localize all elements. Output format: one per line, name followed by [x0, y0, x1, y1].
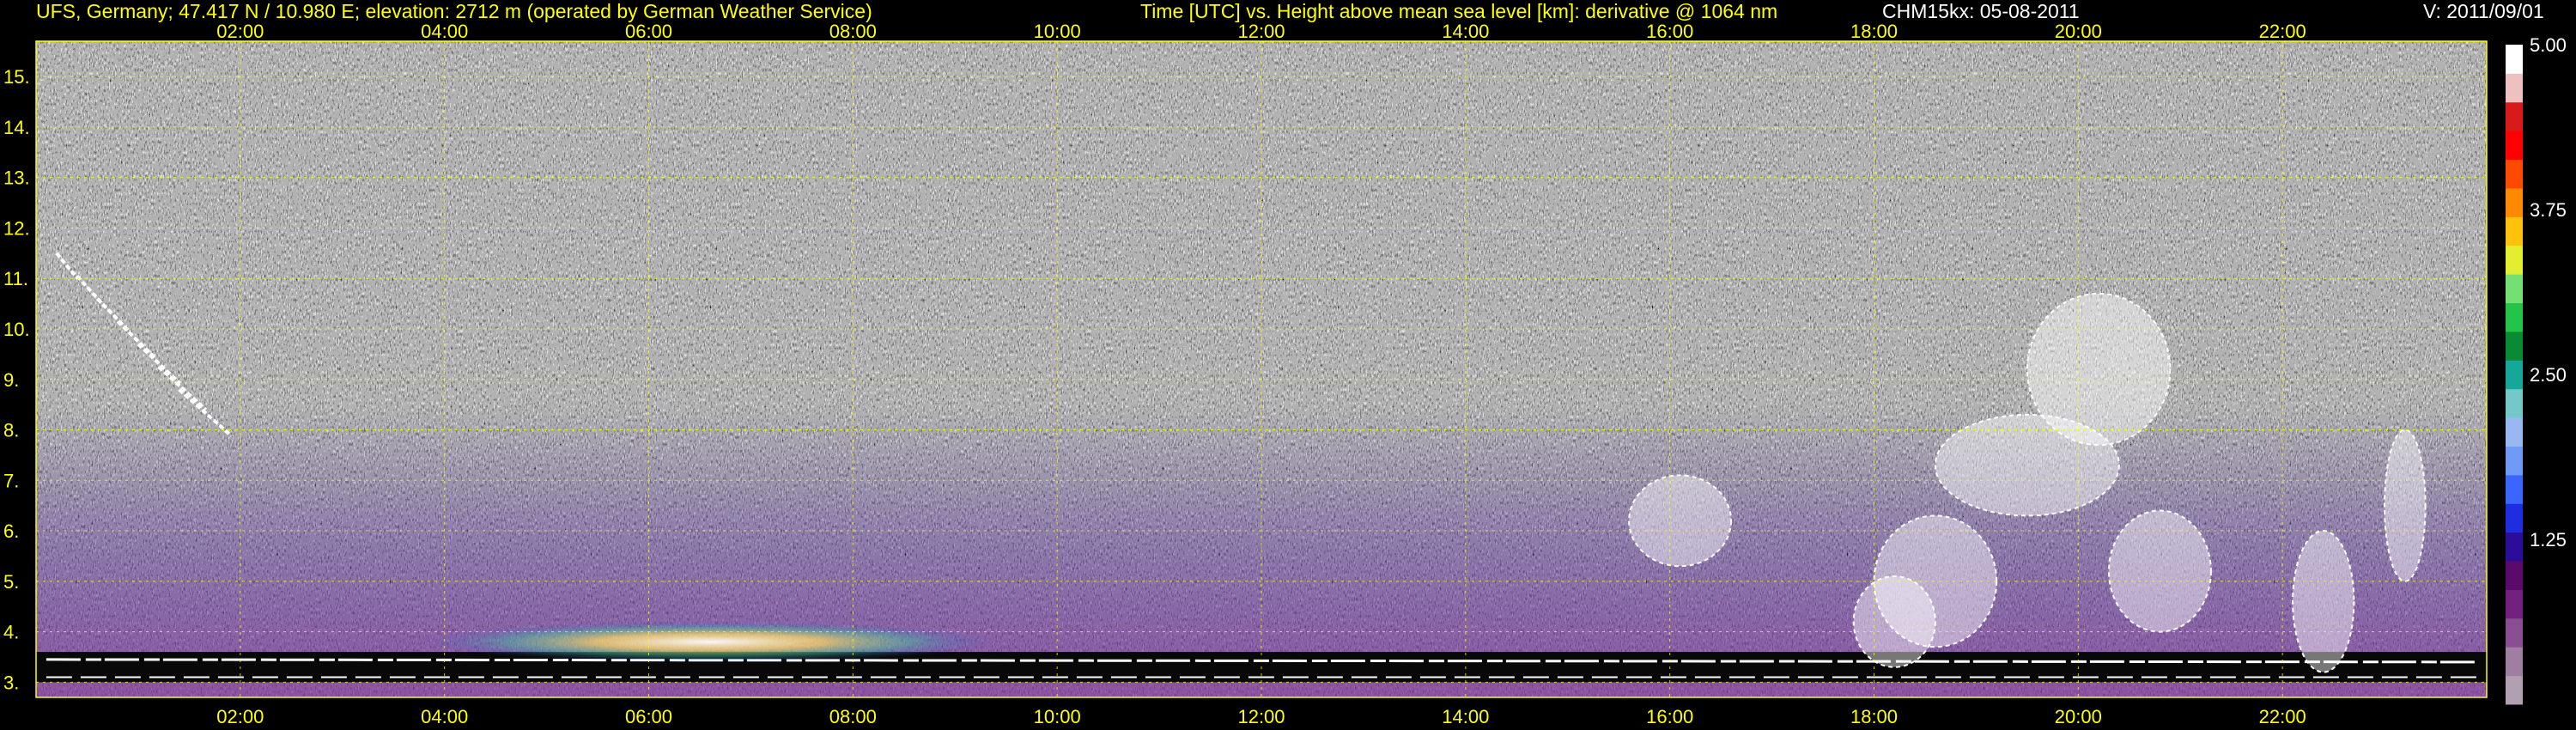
x-tick-label-bottom: 10:00: [1034, 706, 1081, 727]
x-tick-label-top: 18:00: [1850, 21, 1898, 42]
y-tick-label: 6.: [3, 520, 19, 542]
cloud-patch: [2026, 292, 2172, 447]
x-tick-label-bottom: 08:00: [829, 706, 877, 727]
y-tick-label: 10.: [3, 319, 30, 340]
colorbar-segment: [2506, 360, 2523, 390]
x-tick-label-top: 06:00: [625, 21, 672, 42]
colorbar-tick-label: 3.75: [2530, 199, 2567, 221]
x-tick-label-bottom: 16:00: [1646, 706, 1693, 727]
y-tick-label: 7.: [3, 470, 19, 491]
x-tick-label-top: 08:00: [829, 21, 877, 42]
y-tick-label: 15.: [3, 66, 30, 88]
x-tick-label-top: 22:00: [2259, 21, 2306, 42]
x-tick-label-bottom: 18:00: [1850, 706, 1898, 727]
colorbar-segment: [2506, 388, 2523, 418]
x-tick-label-top: 10:00: [1034, 21, 1081, 42]
colorbar-segment: [2506, 474, 2523, 504]
colorbar-segment: [2506, 617, 2523, 648]
x-tick-label-bottom: 14:00: [1442, 706, 1489, 727]
colorbar-segment: [2506, 245, 2523, 275]
colorbar-tick-label: 1.25: [2530, 529, 2567, 551]
cloud-patch: [1852, 575, 1936, 668]
y-tick-label: 14.: [3, 117, 30, 138]
colorbar-segment: [2506, 274, 2523, 304]
colorbar-segment: [2506, 131, 2523, 161]
y-tick-label: 12.: [3, 217, 30, 239]
x-tick-label-top: 16:00: [1646, 21, 1693, 42]
colorbar-segment: [2506, 589, 2523, 619]
colorbar-segment: [2506, 561, 2523, 590]
y-tick-label: 9.: [3, 369, 19, 391]
x-tick-label-top: 12:00: [1237, 21, 1285, 42]
x-tick-label-bottom: 02:00: [216, 706, 264, 727]
x-tick-label-top: 04:00: [421, 21, 468, 42]
colorbar-segment: [2506, 503, 2523, 533]
y-tick-label: 11.: [3, 268, 28, 289]
x-tick-label-top: 20:00: [2055, 21, 2102, 42]
colorbar-segment: [2506, 101, 2523, 131]
colorbar-tick-label: 5.00: [2530, 34, 2567, 56]
y-tick-label: 3.: [3, 672, 19, 693]
colorbar-segment: [2506, 216, 2523, 246]
y-tick-label: 4.: [3, 622, 19, 643]
colorbar-segment: [2506, 159, 2523, 189]
cloud-patch: [2292, 530, 2355, 673]
x-tick-label-top: 14:00: [1442, 21, 1489, 42]
colorbar-segment: [2506, 331, 2523, 361]
y-tick-label: 5.: [3, 571, 19, 593]
x-tick-label-bottom: 12:00: [1237, 706, 1285, 727]
x-tick-label-bottom: 20:00: [2055, 706, 2102, 727]
colorbar-segment: [2506, 302, 2523, 332]
aerosol-plume: [423, 621, 996, 662]
cloud-patch: [2384, 429, 2427, 582]
colorbar-tick-label: 2.50: [2530, 364, 2567, 386]
cloud-patch: [1628, 474, 1733, 568]
colorbar-segment: [2506, 647, 2523, 677]
cloud-patch: [2108, 509, 2212, 633]
x-tick-label-bottom: 22:00: [2259, 706, 2306, 727]
colorbar-segment: [2506, 417, 2523, 447]
y-tick-label: 8.: [3, 420, 19, 441]
ceilometer-plot: 02:00 02:00 04:00 04:00 06:00 06:00 08:00 08:00…: [3, 21, 2567, 727]
colorbar-segment: [2506, 446, 2523, 476]
y-tick-label: 13.: [3, 167, 30, 189]
x-tick-label-top: 02:00: [216, 21, 264, 42]
colorbar-segment: [2506, 675, 2523, 705]
colorbar-segment: [2506, 45, 2523, 74]
colorbar-segment: [2506, 532, 2523, 562]
x-tick-label-bottom: 06:00: [625, 706, 672, 727]
x-tick-label-bottom: 04:00: [421, 706, 468, 727]
colorbar-segment: [2506, 73, 2523, 103]
colorbar-segment: [2506, 187, 2523, 217]
